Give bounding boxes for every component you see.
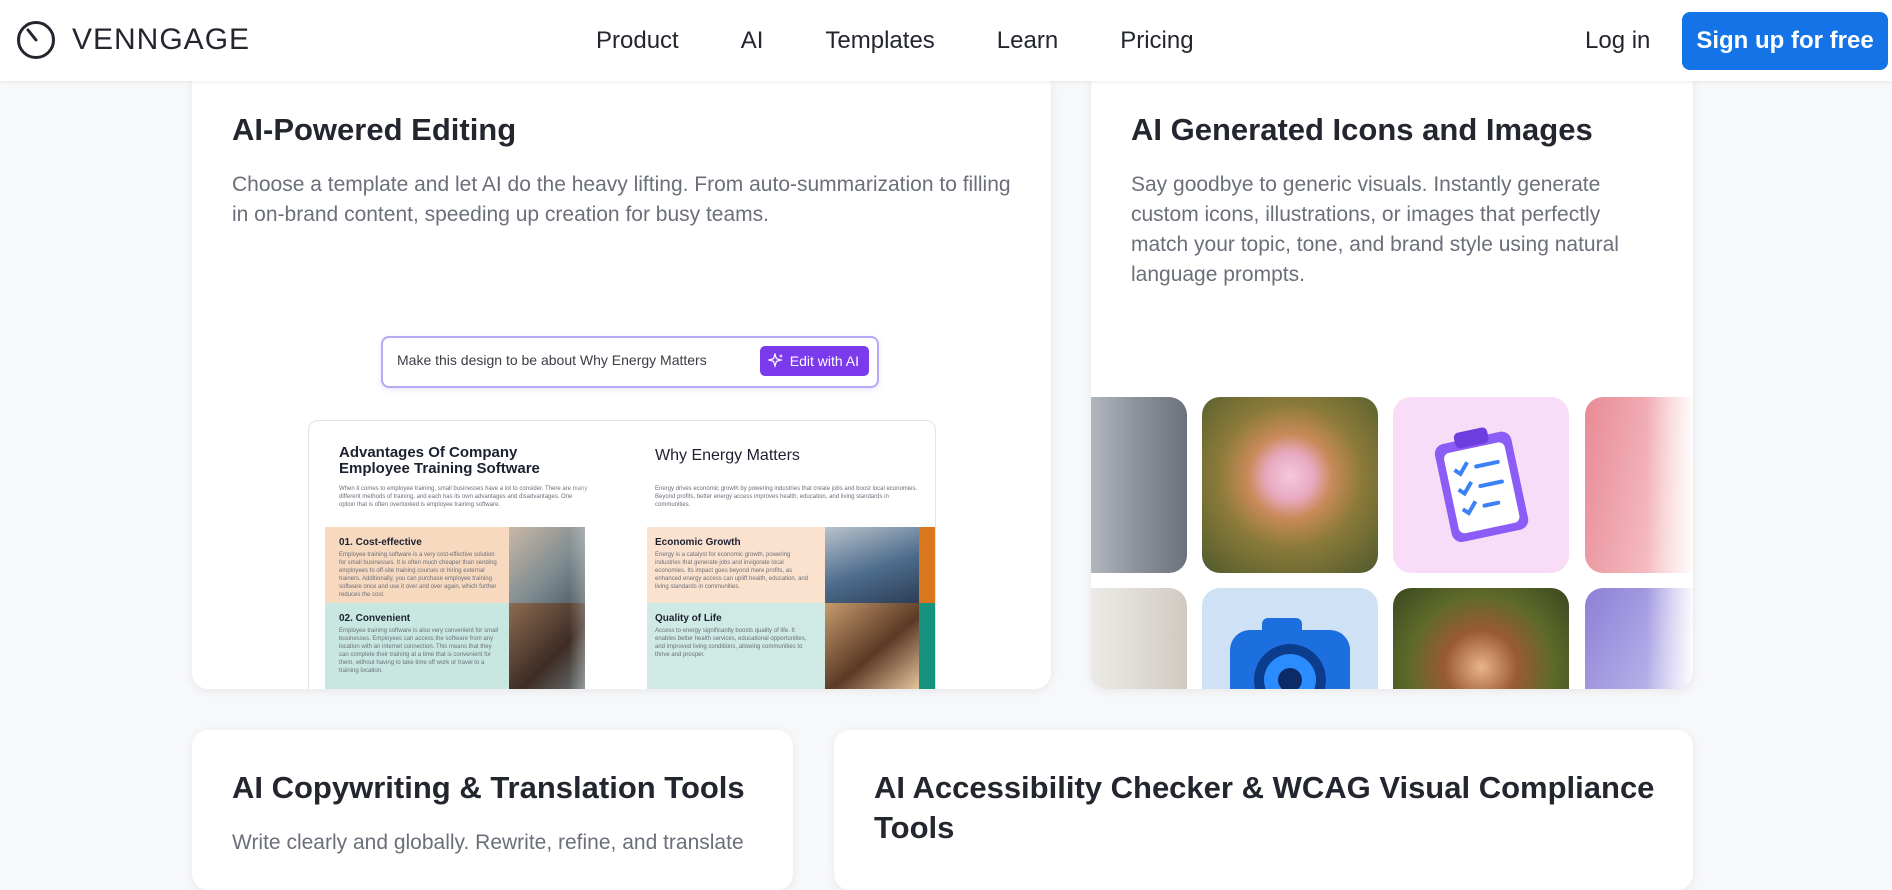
ai-prompt-box: Make this design to be about Why Energy … xyxy=(381,336,879,388)
image-tile-camera xyxy=(1202,588,1378,689)
doc-original-title: Advantages Of Company Employee Training … xyxy=(339,444,540,477)
ai-prompt-text: Make this design to be about Why Energy … xyxy=(397,352,707,368)
top-nav: VENNGAGE Product AI Templates Learn Pric… xyxy=(0,0,1892,81)
nav-links: Product AI Templates Learn Pricing xyxy=(596,24,1256,58)
card-title: AI-Powered Editing xyxy=(232,112,517,147)
doc-band-teal-strip xyxy=(919,603,935,689)
doc-photo-reader xyxy=(825,603,919,689)
doc-band-quality-text: Access to energy significantly boosts qu… xyxy=(655,628,807,658)
nav-product[interactable]: Product xyxy=(596,24,679,58)
card-ai-icons: AI Generated Icons and Images Say goodby… xyxy=(1091,70,1693,689)
doc-band-convenient-title: 02. Convenient xyxy=(339,613,411,624)
doc-band-convenient-text: Employee training software is also very … xyxy=(339,628,499,674)
card-description: Write clearly and globally. Rewrite, ref… xyxy=(232,831,744,854)
doc-original-intro: When it comes to employee training, smal… xyxy=(339,486,588,508)
clipboard-checklist-icon xyxy=(1434,427,1529,542)
camera-icon xyxy=(1230,618,1350,689)
image-tile-flower xyxy=(1202,397,1378,573)
doc-band-quality-title: Quality of Life xyxy=(655,613,722,624)
doc-band-economic-title: Economic Growth xyxy=(655,537,741,548)
image-tile-hair xyxy=(1091,588,1187,689)
logo-text: VENNGAGE xyxy=(72,23,251,56)
nav-ai[interactable]: AI xyxy=(741,24,764,58)
doc-band-economic-text: Energy is a catalyst for economic growth… xyxy=(655,552,809,590)
doc-original: Advantages Of Company Employee Training … xyxy=(309,421,599,689)
card-title: AI Generated Icons and Images xyxy=(1131,112,1593,147)
card-title: AI Copywriting & Translation Tools xyxy=(232,770,745,805)
card-ai-accessibility: AI Accessibility Checker & WCAG Visual C… xyxy=(834,730,1693,890)
tile-fade-right xyxy=(1646,390,1693,689)
sparkle-icon xyxy=(767,353,783,369)
doc-band-orange-strip xyxy=(919,527,935,603)
card-description: Say goodbye to generic visuals. Instantl… xyxy=(1131,173,1619,286)
image-tile-gray xyxy=(1091,397,1187,573)
doc-band-cost-text: Employee training software is a very cos… xyxy=(339,552,497,598)
login-link[interactable]: Log in xyxy=(1585,24,1650,58)
nav-pricing[interactable]: Pricing xyxy=(1120,24,1193,58)
card-title: AI Accessibility Checker & WCAG Visual C… xyxy=(874,770,1655,845)
doc-band-cost-title: 01. Cost-effective xyxy=(339,537,422,548)
card-ai-copywriting: AI Copywriting & Translation Tools Write… xyxy=(192,730,793,890)
image-tile-anime-girl xyxy=(1393,588,1569,689)
nav-learn[interactable]: Learn xyxy=(997,24,1058,58)
doc-generated-title: Why Energy Matters xyxy=(655,447,800,464)
clock-logo-icon xyxy=(17,21,55,59)
signup-button[interactable]: Sign up for free xyxy=(1682,12,1888,70)
doc-generated: Why Energy Matters Energy drives economi… xyxy=(647,421,935,689)
doc-photo-solar xyxy=(825,527,919,603)
image-tile-clipboard xyxy=(1393,397,1569,573)
card-description: Choose a template and let AI do the heav… xyxy=(232,173,1011,226)
doc-generated-intro: Energy drives economic growth by powerin… xyxy=(655,486,918,508)
nav-templates[interactable]: Templates xyxy=(825,24,934,58)
document-preview: Advantages Of Company Employee Training … xyxy=(308,420,936,689)
logo[interactable]: VENNGAGE xyxy=(16,20,250,60)
edit-with-ai-label: Edit with AI xyxy=(789,353,859,369)
card-ai-editing: AI-Powered Editing Choose a template and… xyxy=(192,70,1051,689)
edit-with-ai-button: Edit with AI xyxy=(759,346,869,376)
